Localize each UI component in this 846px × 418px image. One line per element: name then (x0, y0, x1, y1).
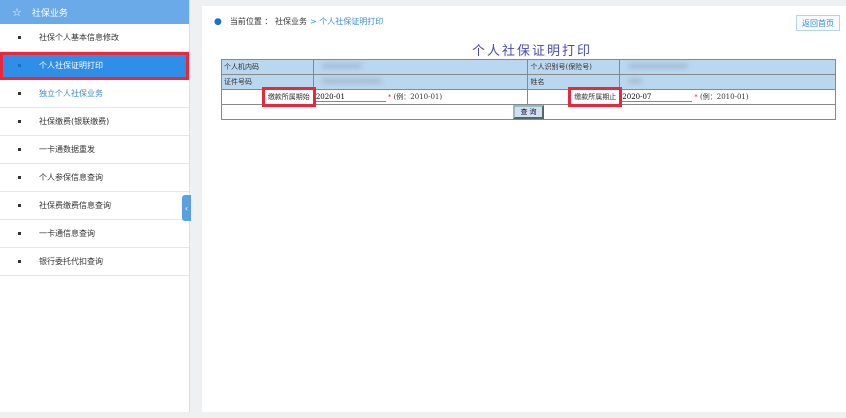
end-period-label: 缴款所属期止 (568, 87, 623, 107)
name-label: 姓名 (527, 74, 621, 90)
internal-code-label: 个人机内码 (221, 59, 314, 75)
sidebar-item-label: 银行委托代扣查询 (39, 257, 103, 266)
breadcrumb-prefix: 当前位置 ： (229, 17, 273, 26)
start-hint: (例：2010-01) (393, 93, 443, 101)
sidebar-item-fee-query[interactable]: 社保费缴费信息查询 (0, 192, 189, 220)
query-button[interactable]: 查 询 (512, 105, 545, 119)
chevron-left-icon: ‹ (184, 203, 189, 213)
sidebar: ☆ 社保业务 社保个人基本信息修改 个人社保证明打印 独立个人社保业务 社保缴费(… (0, 0, 191, 412)
required-mark: * (387, 93, 392, 101)
bullet-icon (18, 64, 21, 67)
id-no-label: 个人识别号(保险号) (527, 59, 621, 75)
bullet-icon (18, 148, 21, 151)
collapse-sidebar-button[interactable]: ‹ (182, 195, 191, 221)
sidebar-header-label: 社保业务 (31, 8, 68, 19)
sidebar-item-edit-info[interactable]: 社保个人基本信息修改 (0, 24, 189, 52)
sidebar-item-label: 一卡通数据重发 (39, 145, 95, 154)
sidebar-item-label: 独立个人社保业务 (39, 89, 103, 98)
sidebar-item-independent[interactable]: 独立个人社保业务 (0, 80, 189, 108)
breadcrumb-current: > 个人社保证明打印 (309, 17, 384, 26)
sidebar-item-label: 社保费缴费信息查询 (39, 201, 111, 210)
sidebar-item-label: 社保个人基本信息修改 (39, 33, 119, 42)
sidebar-item-label: 个人参保信息查询 (39, 173, 103, 182)
bullet-icon (18, 36, 21, 39)
required-mark: * (694, 93, 698, 101)
main-panel: ● 当前位置 ： 社保业务 > 个人社保证明打印 返回首页 个人社保证明打印 个… (202, 6, 846, 412)
end-period-input[interactable] (622, 93, 693, 102)
sidebar-item-label: 个人社保证明打印 (39, 61, 103, 70)
name-value (619, 74, 836, 90)
sidebar-item-insurance-query[interactable]: 个人参保信息查询 (0, 164, 189, 192)
breadcrumb-parent[interactable]: 社保业务 (275, 16, 307, 27)
id-no-value (619, 59, 836, 75)
bullet-icon (18, 92, 21, 95)
certificate-form: 个人机内码 个人识别号(保险号) 证件号码 姓名 缴款所属期始 * (例：201… (221, 59, 836, 120)
end-hint: (例：2010-01) (700, 93, 749, 101)
sidebar-item-card-query[interactable]: 一卡通信息查询 (0, 220, 189, 248)
sidebar-item-certificate-print[interactable]: 个人社保证明打印 (0, 52, 189, 80)
page-title: 个人社保证明打印 (472, 44, 593, 59)
start-period-input[interactable] (315, 93, 386, 102)
bullet-icon (18, 176, 21, 179)
bullet-icon (18, 232, 21, 235)
sidebar-item-bank-query[interactable]: 银行委托代扣查询 (0, 248, 189, 276)
return-home-button[interactable]: 返回首页 (796, 15, 840, 31)
bullet-icon (18, 120, 21, 123)
sidebar-item-card-resend[interactable]: 一卡通数据重发 (0, 136, 189, 164)
internal-code-value (312, 59, 529, 75)
sidebar-header[interactable]: ☆ 社保业务 (0, 0, 189, 24)
sidebar-item-label: 社保缴费(银联缴费) (39, 117, 110, 126)
bullet-icon (18, 204, 21, 207)
sidebar-item-payment[interactable]: 社保缴费(银联缴费) (0, 108, 189, 136)
start-period-label: 缴款所属期始 (261, 87, 316, 107)
star-icon: ☆ (12, 5, 22, 19)
cert-no-label: 证件号码 (221, 74, 314, 90)
sidebar-item-label: 一卡通信息查询 (39, 229, 95, 238)
breadcrumb: ● 当前位置 ： 社保业务 > 个人社保证明打印 (214, 16, 383, 27)
cert-no-value (312, 74, 529, 90)
location-pin-icon: ● (214, 16, 222, 27)
bullet-icon (18, 260, 21, 263)
